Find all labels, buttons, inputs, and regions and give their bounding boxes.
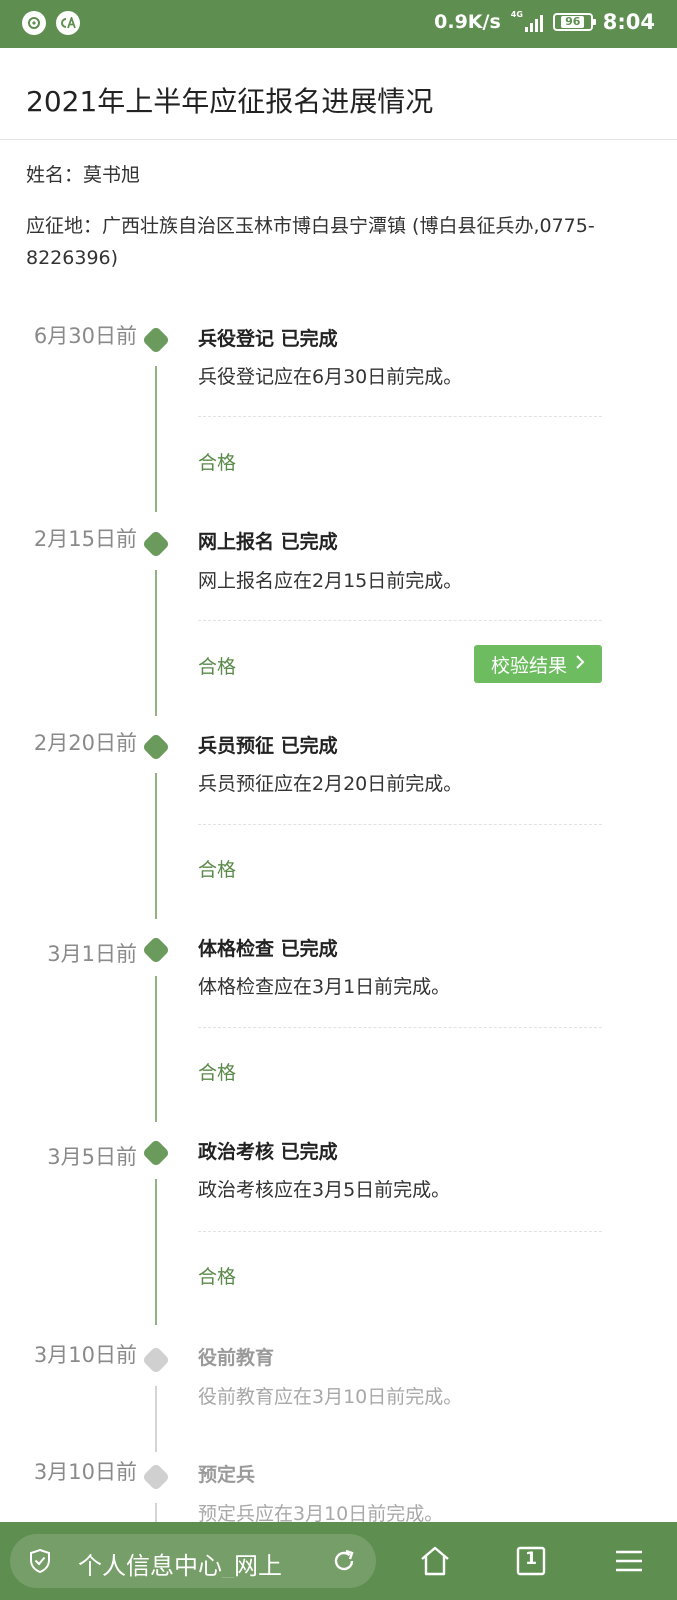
step-result: 合格 — [198, 656, 237, 678]
timeline-connector — [155, 773, 157, 919]
step-divider — [198, 1231, 602, 1232]
timeline-connector — [155, 1386, 157, 1452]
step-result: 合格 — [198, 859, 237, 881]
battery-level: 96 — [561, 16, 585, 28]
step-done-marker — [141, 1138, 171, 1168]
step-title: 网上报名 已完成 — [198, 531, 338, 553]
step-title: 政治考核 已完成 — [198, 1141, 338, 1163]
step-description: 政治考核应在3月5日前完成。 — [198, 1179, 451, 1201]
step-divider — [198, 620, 602, 621]
status-right: 0.9K/s 4G 96 8:04 — [434, 10, 655, 34]
network-speed: 0.9K/s — [434, 11, 501, 33]
timeline-connector — [155, 1179, 157, 1325]
step-description: 兵员预征应在2月20日前完成。 — [198, 773, 463, 795]
timeline-connector — [155, 366, 157, 512]
step-date: 3月10日前 — [33, 1343, 137, 1367]
step-divider — [198, 1027, 602, 1028]
home-icon[interactable] — [418, 1544, 452, 1578]
step-done-marker — [141, 935, 171, 965]
address-fade — [280, 1542, 320, 1580]
tab-count: 1 — [525, 1549, 537, 1569]
step-description: 役前教育应在3月10日前完成。 — [198, 1386, 463, 1408]
enlistment-location: 应征地：广西壮族自治区玉林市博白县宁潭镇 (博白县征兵办,0775-822639… — [26, 215, 595, 269]
verify-result-label: 校验结果 — [490, 654, 567, 677]
step-result: 合格 — [198, 452, 237, 474]
applicant-name: 姓名：莫书旭 — [26, 164, 141, 186]
timeline-connector — [155, 570, 157, 716]
shield-check-icon[interactable] — [28, 1548, 52, 1574]
step-result: 合格 — [198, 1062, 237, 1084]
step-divider — [198, 824, 602, 825]
page-title: 2021年上半年应征报名进展情况 — [26, 85, 434, 118]
step-done-marker — [141, 529, 171, 559]
timeline-connector — [155, 976, 157, 1122]
step-done-marker — [141, 732, 171, 762]
tabs-icon[interactable]: 1 — [514, 1544, 548, 1578]
page-header: 2021年上半年应征报名进展情况 — [0, 48, 677, 140]
step-title: 体格检查 已完成 — [198, 938, 338, 960]
ca-app-icon — [56, 11, 80, 35]
step-divider — [198, 416, 602, 417]
battery-icon: 96 — [552, 13, 596, 31]
clock: 8:04 — [602, 10, 655, 34]
step-date: 3月10日前 — [33, 1460, 137, 1484]
page-title-in-address-bar[interactable]: 个人信息中心_网上 — [78, 1546, 314, 1578]
verify-result-button[interactable]: 校验结果 — [474, 645, 602, 683]
step-description: 网上报名应在2月15日前完成。 — [198, 570, 463, 592]
step-date: 2月15日前 — [33, 527, 137, 551]
step-date: 6月30日前 — [33, 324, 137, 348]
step-description: 体格检查应在3月1日前完成。 — [198, 976, 451, 998]
address-bar[interactable]: 个人信息中心_网上 — [10, 1534, 376, 1588]
step-date: 3月5日前 — [47, 1145, 137, 1169]
step-date: 2月20日前 — [33, 731, 137, 755]
reload-icon[interactable] — [330, 1547, 358, 1575]
netease-music-icon — [22, 11, 46, 35]
network-type: 4G — [510, 10, 523, 19]
step-result: 合格 — [198, 1266, 237, 1288]
status-bar: 0.9K/s 4G 96 8:04 — [0, 0, 677, 48]
step-title: 役前教育 — [198, 1347, 275, 1369]
step-title: 预定兵 — [198, 1464, 256, 1486]
signal-icon: 4G — [510, 10, 543, 32]
status-app-icons — [22, 11, 80, 35]
step-title: 兵役登记 已完成 — [198, 328, 338, 350]
step-date: 3月1日前 — [47, 942, 137, 966]
step-pending-marker — [141, 1345, 171, 1375]
step-done-marker — [141, 325, 171, 355]
step-title: 兵员预征 已完成 — [198, 735, 338, 757]
browser-toolbar: 个人信息中心_网上 1 — [0, 1522, 677, 1600]
step-description: 兵役登记应在6月30日前完成。 — [198, 366, 463, 388]
menu-icon[interactable] — [612, 1544, 646, 1578]
step-pending-marker — [141, 1462, 171, 1492]
chevron-right-icon — [575, 654, 585, 675]
